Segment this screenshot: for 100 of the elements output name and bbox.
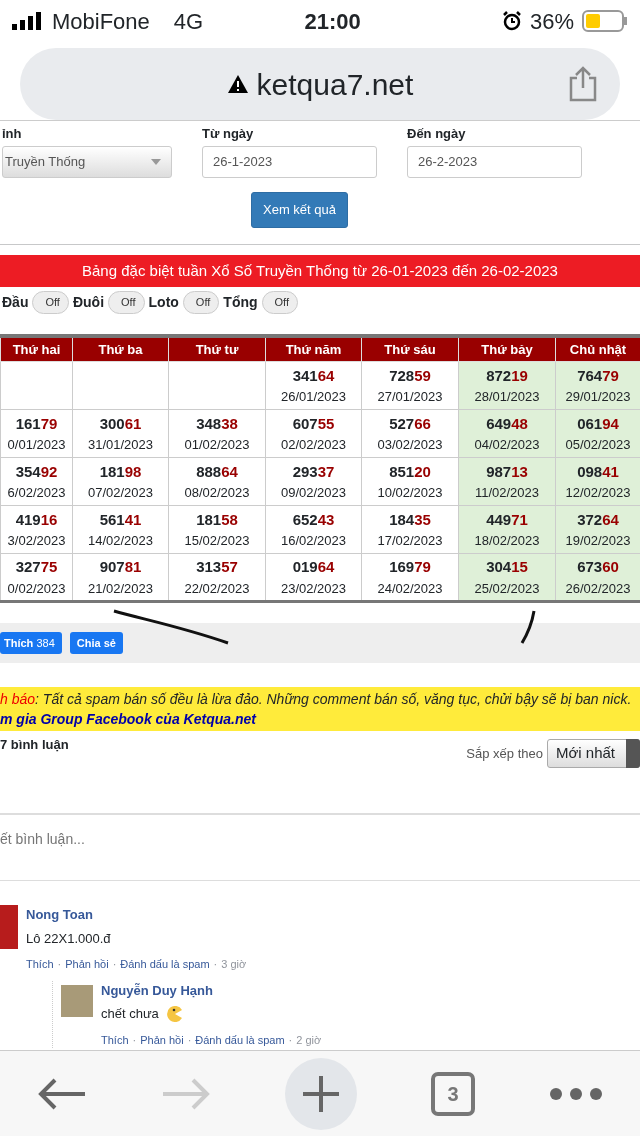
alarm-icon bbox=[501, 11, 522, 31]
tab-count-button[interactable]: 3 bbox=[431, 1071, 475, 1116]
result-date: 07/02/2023 bbox=[86, 484, 155, 502]
result-date: 0/01/2023 bbox=[6, 436, 67, 454]
result-number: 76479 bbox=[576, 365, 620, 386]
toggle-switch[interactable]: Off bbox=[32, 291, 69, 314]
submit-button[interactable]: Xem kết quả bbox=[251, 192, 348, 228]
comment-action-link[interactable]: Phản hồi bbox=[140, 1031, 184, 1048]
result-date: 16/02/2023 bbox=[279, 532, 348, 550]
sort-select[interactable]: Mới nhất bbox=[546, 739, 640, 768]
result-date: 09/02/2023 bbox=[279, 484, 348, 502]
comment-action-link[interactable]: Phản hồi bbox=[65, 956, 109, 973]
result-number: 18158 bbox=[195, 509, 239, 530]
site-url: ketqua7.net bbox=[256, 66, 414, 103]
result-date: 17/02/2023 bbox=[376, 532, 444, 550]
result-number: 60755 bbox=[291, 413, 336, 434]
clock-time: 21:00 bbox=[304, 7, 362, 36]
comment-time: 2 giờ bbox=[296, 1032, 322, 1048]
result-date: 0/02/2023 bbox=[6, 579, 67, 598]
result-number: 35492 bbox=[14, 461, 59, 482]
field-label: Từ ngày bbox=[202, 127, 255, 140]
result-date: 25/02/2023 bbox=[473, 579, 541, 598]
result-date: 10/02/2023 bbox=[376, 484, 444, 502]
result-date: 04/02/2023 bbox=[473, 436, 541, 454]
carrier-name: MobiFone bbox=[52, 7, 150, 36]
result-number: 06194 bbox=[576, 413, 620, 434]
result-number: 16179 bbox=[14, 413, 59, 434]
result-number: 34838 bbox=[195, 413, 239, 434]
avatar-photo bbox=[61, 984, 93, 1017]
result-date: 21/02/2023 bbox=[86, 579, 155, 598]
result-date: 18/02/2023 bbox=[473, 532, 541, 550]
result-number: 67360 bbox=[576, 557, 620, 577]
comment-action-link[interactable]: Đánh dấu là spam bbox=[195, 1031, 285, 1048]
caret-icon bbox=[151, 159, 161, 165]
result-number: 44971 bbox=[485, 509, 529, 530]
result-number: 34164 bbox=[291, 365, 336, 386]
result-number: 65243 bbox=[291, 509, 336, 530]
select-value: Truyền Thống bbox=[5, 153, 86, 172]
column-header: Thứ ba bbox=[72, 335, 169, 362]
result-date: 29/01/2023 bbox=[564, 388, 632, 406]
result-number: 85120 bbox=[388, 461, 432, 482]
comment-time: 3 giờ bbox=[221, 957, 247, 972]
table-title-banner: Bảng đặc biệt tuần Xổ Số Truyền Thống từ 26-01-2023 đến 26-02-2023 bbox=[0, 254, 640, 287]
toggle-label: Đuôi bbox=[72, 292, 105, 312]
pen-stroke bbox=[520, 609, 536, 645]
result-date: 02/02/2023 bbox=[279, 436, 348, 454]
comment-action-link[interactable]: Thích bbox=[26, 956, 54, 973]
share-button[interactable]: Chia sẻ bbox=[69, 631, 123, 655]
result-number: 52766 bbox=[388, 413, 432, 434]
result-number: 01964 bbox=[291, 557, 336, 577]
toggle-switch[interactable]: Off bbox=[108, 291, 145, 314]
toggle-label: Tổng bbox=[223, 292, 258, 312]
comment-action-link[interactable]: Đánh dấu là spam bbox=[120, 956, 210, 973]
column-header: Chủ nhật bbox=[555, 335, 640, 362]
date-field[interactable]: 26-2-2023 bbox=[407, 146, 582, 178]
result-number: 98713 bbox=[485, 461, 529, 482]
battery-icon bbox=[582, 10, 628, 32]
address-bar[interactable]: ketqua7.net bbox=[20, 48, 620, 120]
separator-dot: · bbox=[112, 957, 117, 972]
toggle-label: Đầu bbox=[2, 292, 29, 312]
date-field[interactable]: 26-1-2023 bbox=[202, 146, 377, 178]
comment-author[interactable]: Nguyễn Duy Hạnh bbox=[101, 980, 322, 1000]
result-number: 56141 bbox=[98, 509, 143, 530]
result-number: 18435 bbox=[388, 509, 432, 530]
comment-author[interactable]: Nong Toan bbox=[26, 905, 322, 925]
back-arrow-icon[interactable] bbox=[37, 1076, 87, 1111]
result-number: 41916 bbox=[14, 509, 59, 530]
result-number: 30061 bbox=[98, 413, 143, 434]
result-date: 12/02/2023 bbox=[564, 484, 632, 502]
result-number: 37264 bbox=[576, 509, 620, 530]
sort-label: Sắp xếp theo bbox=[466, 744, 543, 763]
signal-icon bbox=[12, 12, 44, 30]
result-number: 90781 bbox=[98, 557, 143, 577]
more-icon[interactable] bbox=[549, 1086, 603, 1101]
avatar-photo bbox=[0, 905, 18, 949]
result-number: 30415 bbox=[485, 557, 529, 577]
result-number: 87219 bbox=[485, 365, 529, 386]
result-date: 31/01/2023 bbox=[86, 436, 155, 454]
toggle-label: Loto bbox=[148, 292, 179, 312]
toggle-switch[interactable]: Off bbox=[182, 291, 220, 314]
toggle-switch[interactable]: Off bbox=[261, 291, 299, 314]
comment-action-link[interactable]: Thích bbox=[101, 1031, 129, 1048]
result-date: 26/02/2023 bbox=[564, 579, 632, 598]
facebook-group-link[interactable]: m gia Group Facebook của Ketqua.net bbox=[0, 711, 256, 727]
field-label: Đến ngày bbox=[407, 127, 467, 140]
column-header: Thứ sáu bbox=[361, 335, 459, 362]
result-date: 05/02/2023 bbox=[564, 436, 632, 454]
like-button[interactable]: Thích 384 bbox=[0, 631, 62, 655]
result-date: 08/02/2023 bbox=[183, 484, 251, 502]
column-header: Thứ hai bbox=[0, 335, 73, 362]
result-date: 01/02/2023 bbox=[183, 436, 251, 454]
separator-dot: · bbox=[213, 957, 218, 972]
result-number: 18198 bbox=[98, 461, 143, 482]
result-date: 6/02/2023 bbox=[6, 484, 67, 502]
result-number: 31357 bbox=[195, 557, 239, 577]
share-icon[interactable] bbox=[568, 66, 598, 102]
result-date: 26/01/2023 bbox=[279, 388, 348, 406]
province-select[interactable]: Truyền Thống bbox=[2, 146, 172, 178]
warning-text: h báo: Tất cả spam bán số đều là lừa đảo. Những comment bán số, văng tục, chửi bậy sẽ bị ban nick. bbox=[0, 690, 633, 709]
result-number: 72859 bbox=[388, 365, 432, 386]
